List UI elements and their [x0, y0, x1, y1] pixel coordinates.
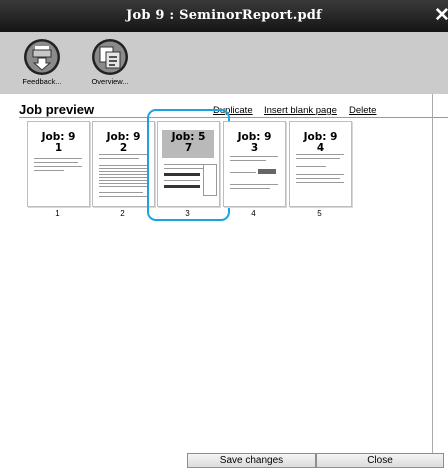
page-number: 2: [120, 209, 125, 218]
window-title: Job 9 : SeminorReport.pdf: [126, 8, 322, 23]
page-stamp: Job: 57: [171, 131, 206, 154]
page-thumbnail-4[interactable]: Job: 93: [223, 121, 286, 207]
delete-link[interactable]: Delete: [349, 105, 376, 116]
feedback-button[interactable]: Feedback...: [17, 38, 67, 94]
toolbar: Feedback... Overview...: [0, 32, 448, 94]
save-changes-button[interactable]: Save changes: [187, 453, 316, 468]
close-button[interactable]: Close: [316, 453, 444, 468]
feedback-icon: [24, 39, 60, 75]
page-thumbnail-2[interactable]: Job: 92: [92, 121, 155, 207]
feedback-label: Feedback...: [22, 77, 62, 86]
overview-label: Overview...: [91, 77, 129, 86]
page-stamp: Job: 91: [41, 131, 76, 154]
page-number: 3: [185, 209, 190, 218]
page-stamp: Job: 92: [106, 131, 141, 154]
overview-button[interactable]: Overview...: [85, 38, 135, 94]
page-number: 5: [317, 209, 322, 218]
job-preview-heading: Job preview: [19, 102, 95, 117]
page-number: 4: [251, 209, 256, 218]
section-divider: [19, 117, 448, 118]
page-stamp: Job: 94: [303, 131, 338, 154]
panel-edge: [432, 94, 433, 468]
overview-icon: [92, 39, 128, 75]
page-thumbnail-3[interactable]: Job: 57: [157, 121, 220, 207]
title-bar: Job 9 : SeminorReport.pdf ✕: [0, 0, 448, 32]
duplicate-link[interactable]: Duplicate: [213, 105, 253, 116]
page-stamp: Job: 93: [237, 131, 272, 154]
page-thumbnail-1[interactable]: Job: 91: [27, 121, 90, 207]
insert-blank-page-link[interactable]: Insert blank page: [264, 105, 337, 116]
page-number: 1: [55, 209, 60, 218]
page-thumbnail-5[interactable]: Job: 94: [289, 121, 352, 207]
close-icon[interactable]: ✕: [434, 6, 448, 26]
